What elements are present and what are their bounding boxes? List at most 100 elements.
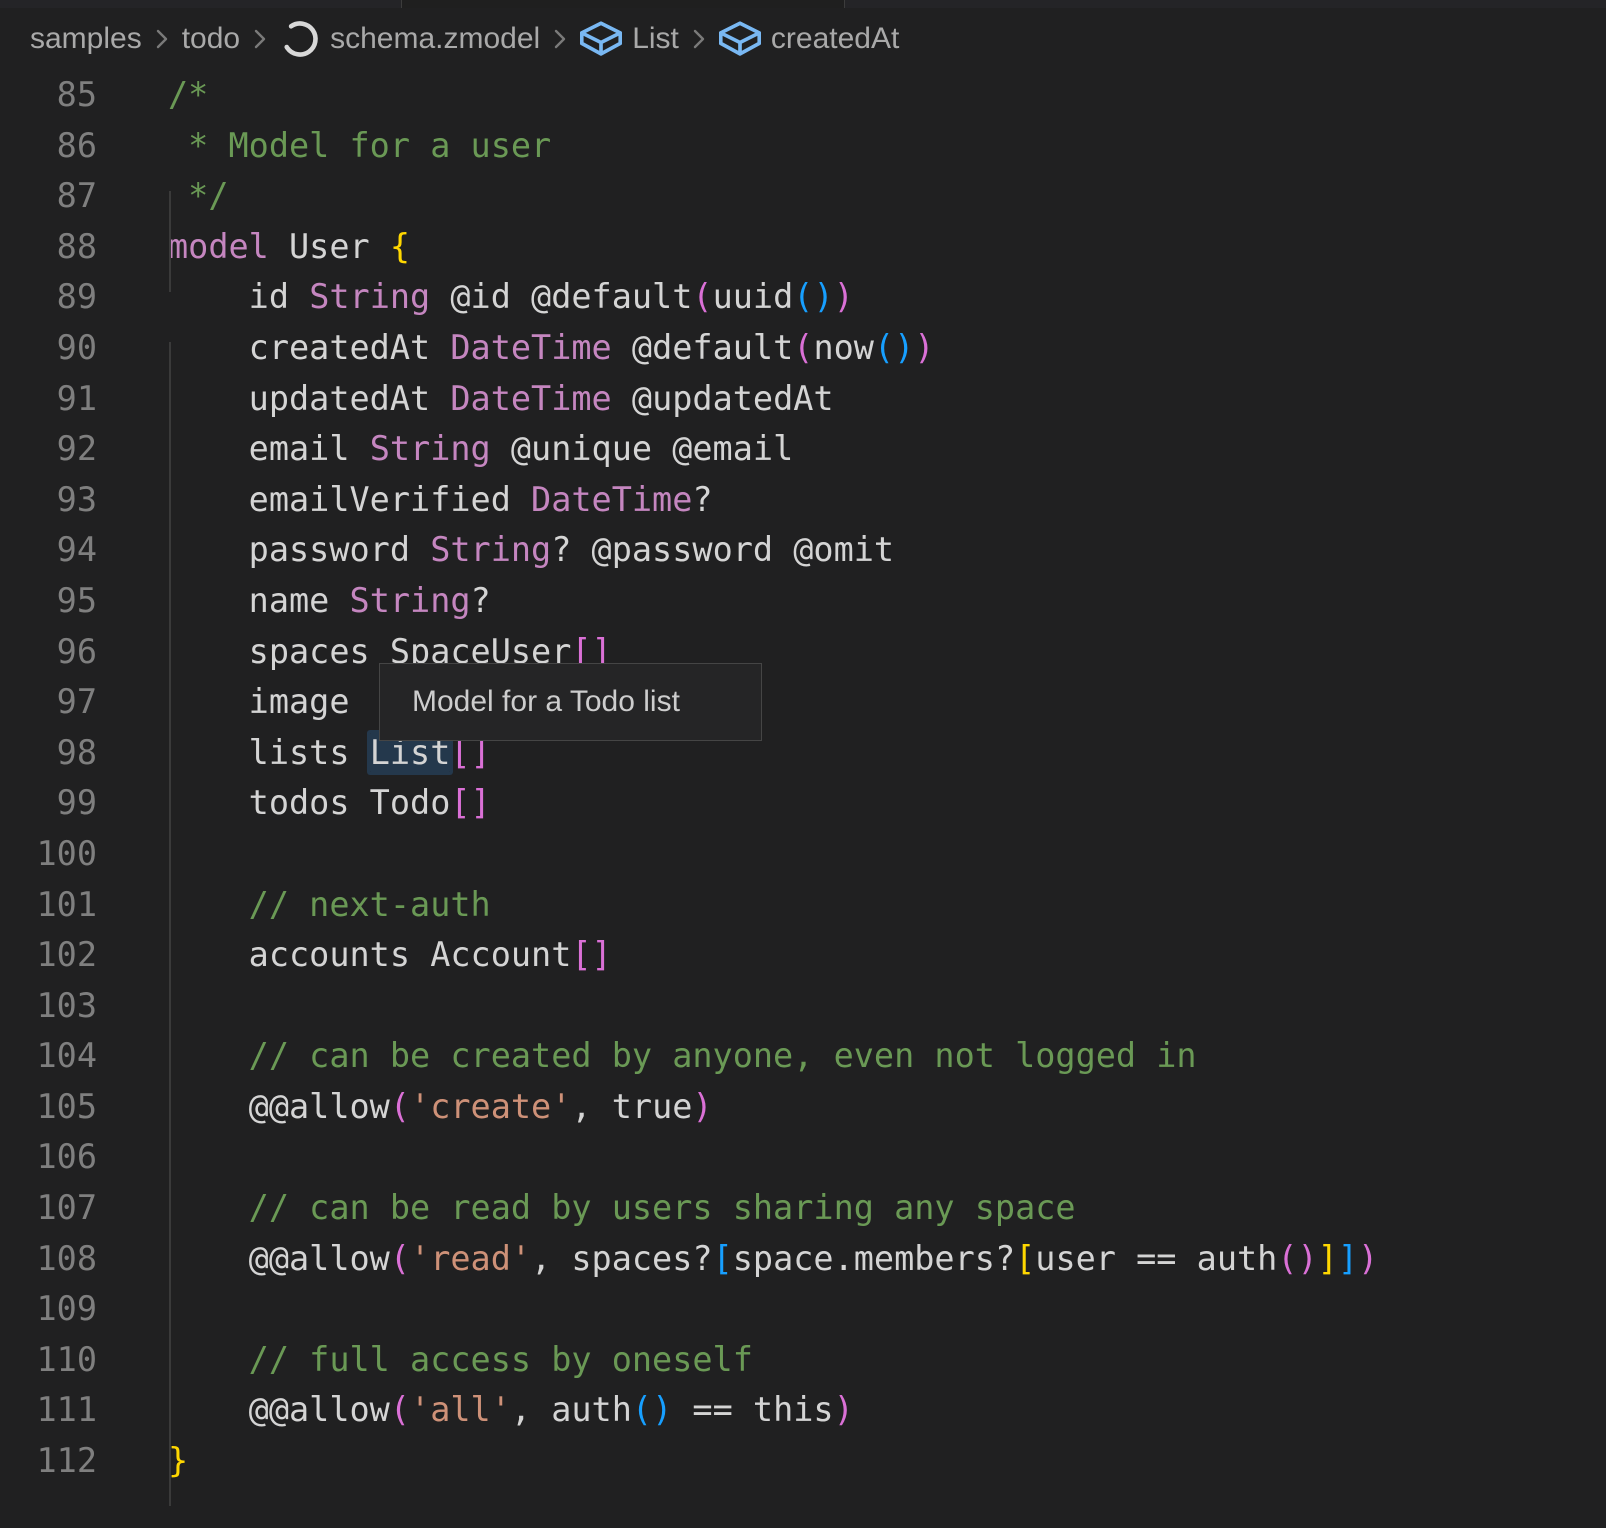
line-content: createdAt DateTime @default(now()) [97, 323, 934, 374]
code-token: email [168, 429, 370, 468]
code-token: String [370, 429, 491, 468]
code-token: @id @default [430, 277, 692, 316]
code-token: ( [390, 1087, 410, 1126]
code-line[interactable]: 102 accounts Account[] [0, 930, 1606, 981]
code-token: * Model for a user [168, 126, 551, 165]
code-line[interactable]: 100 [0, 829, 1606, 880]
code-lines: 85/*86 * Model for a user87 */88model Us… [0, 70, 1606, 1487]
code-line[interactable]: 90 createdAt DateTime @default(now()) [0, 323, 1606, 374]
line-content: password String? @password @omit [97, 525, 894, 576]
code-token: */ [168, 176, 229, 215]
code-token: ) [692, 1087, 712, 1126]
code-token: @default [612, 328, 794, 367]
breadcrumb-item-file[interactable]: schema.zmodel [280, 19, 540, 59]
chevron-right-icon [689, 24, 709, 54]
code-line[interactable]: 89 id String @id @default(uuid()) [0, 272, 1606, 323]
line-content [97, 1132, 168, 1183]
code-line[interactable]: 106 [0, 1132, 1606, 1183]
line-number: 93 [0, 475, 97, 526]
line-number: 85 [0, 70, 97, 121]
code-token: createdAt [168, 328, 450, 367]
line-content: email String @unique @email [97, 424, 793, 475]
code-token: , spaces? [531, 1239, 713, 1278]
breadcrumb-item-todo[interactable]: todo [182, 22, 240, 56]
code-token: DateTime [531, 480, 692, 519]
code-line[interactable]: 99 todos Todo[] [0, 778, 1606, 829]
code-token: model [168, 227, 269, 266]
code-line[interactable]: 101 // next-auth [0, 880, 1606, 931]
code-token: @@allow [168, 1087, 390, 1126]
code-token: String [430, 530, 551, 569]
code-token: todos Todo [168, 783, 450, 822]
chevron-right-icon [250, 24, 270, 54]
code-token: updatedAt [168, 379, 450, 418]
hover-tooltip-text: Model for a Todo list [412, 685, 680, 719]
line-number: 101 [0, 880, 97, 931]
line-number: 92 [0, 424, 97, 475]
code-token: @unique @email [491, 429, 794, 468]
code-token: ] [1338, 1239, 1358, 1278]
breadcrumb-item-samples[interactable]: samples [30, 22, 142, 56]
code-line[interactable]: 95 name String? [0, 576, 1606, 627]
code-token: , true [571, 1087, 692, 1126]
code-line[interactable]: 107 // can be read by users sharing any … [0, 1183, 1606, 1234]
line-content [97, 1284, 168, 1335]
code-line[interactable]: 85/* [0, 70, 1606, 121]
code-line[interactable]: 87 */ [0, 171, 1606, 222]
code-token: String [350, 581, 471, 620]
code-token: ( [692, 277, 712, 316]
code-line[interactable]: 88model User { [0, 222, 1606, 273]
code-token: image [168, 682, 350, 721]
line-content: */ [97, 171, 229, 222]
chevron-right-icon [550, 24, 570, 54]
line-number: 91 [0, 374, 97, 425]
code-line[interactable]: 104 // can be created by anyone, even no… [0, 1031, 1606, 1082]
tab-separator [401, 0, 402, 8]
breadcrumb-item-symbol-list[interactable]: List [580, 21, 679, 57]
line-number: 100 [0, 829, 97, 880]
code-line[interactable]: 112} [0, 1436, 1606, 1487]
code-line[interactable]: 93 emailVerified DateTime? [0, 475, 1606, 526]
line-content: /* [97, 70, 208, 121]
line-number: 102 [0, 930, 97, 981]
code-line[interactable]: 86 * Model for a user [0, 121, 1606, 172]
code-token: ) [914, 328, 934, 367]
breadcrumb-item-symbol-createdat[interactable]: createdAt [719, 21, 899, 57]
code-token: password [168, 530, 430, 569]
code-line[interactable]: 105 @@allow('create', true) [0, 1082, 1606, 1133]
code-line[interactable]: 91 updatedAt DateTime @updatedAt [0, 374, 1606, 425]
code-line[interactable]: 109 [0, 1284, 1606, 1335]
code-line[interactable]: 103 [0, 981, 1606, 1032]
code-line[interactable]: 111 @@allow('all', auth() == this) [0, 1385, 1606, 1436]
editor[interactable]: 85/*86 * Model for a user87 */88model Us… [0, 70, 1606, 1528]
code-token: @@allow [168, 1239, 390, 1278]
line-number: 86 [0, 121, 97, 172]
line-number: 88 [0, 222, 97, 273]
code-token: @@allow [168, 1390, 390, 1429]
symbol-cube-icon [719, 21, 761, 57]
code-line[interactable]: 108 @@allow('read', spaces?[space.member… [0, 1234, 1606, 1285]
line-content: } [97, 1436, 188, 1487]
code-token: [ [1015, 1239, 1035, 1278]
code-token: ( [390, 1390, 410, 1429]
code-token: uuid [713, 277, 794, 316]
code-line[interactable]: 110 // full access by oneself [0, 1335, 1606, 1386]
code-line[interactable]: 96 spaces SpaceUser[] [0, 627, 1606, 678]
code-line[interactable]: 94 password String? @password @omit [0, 525, 1606, 576]
line-number: 106 [0, 1132, 97, 1183]
line-content: // next-auth [97, 880, 491, 931]
code-line[interactable]: 92 email String @unique @email [0, 424, 1606, 475]
code-line[interactable]: 97 image [0, 677, 1606, 728]
line-content: // can be created by anyone, even not lo… [97, 1031, 1197, 1082]
breadcrumb-label: createdAt [771, 22, 899, 56]
code-token: name [168, 581, 350, 620]
indent-guide [169, 191, 171, 292]
code-line[interactable]: 98 lists List[] [0, 728, 1606, 779]
code-token: [] [571, 935, 611, 974]
line-content: @@allow('create', true) [97, 1082, 713, 1133]
code-token: } [168, 1441, 188, 1480]
line-content: accounts Account[] [97, 930, 612, 981]
line-number: 107 [0, 1183, 97, 1234]
line-number: 87 [0, 171, 97, 222]
line-content: todos Todo[] [97, 778, 491, 829]
